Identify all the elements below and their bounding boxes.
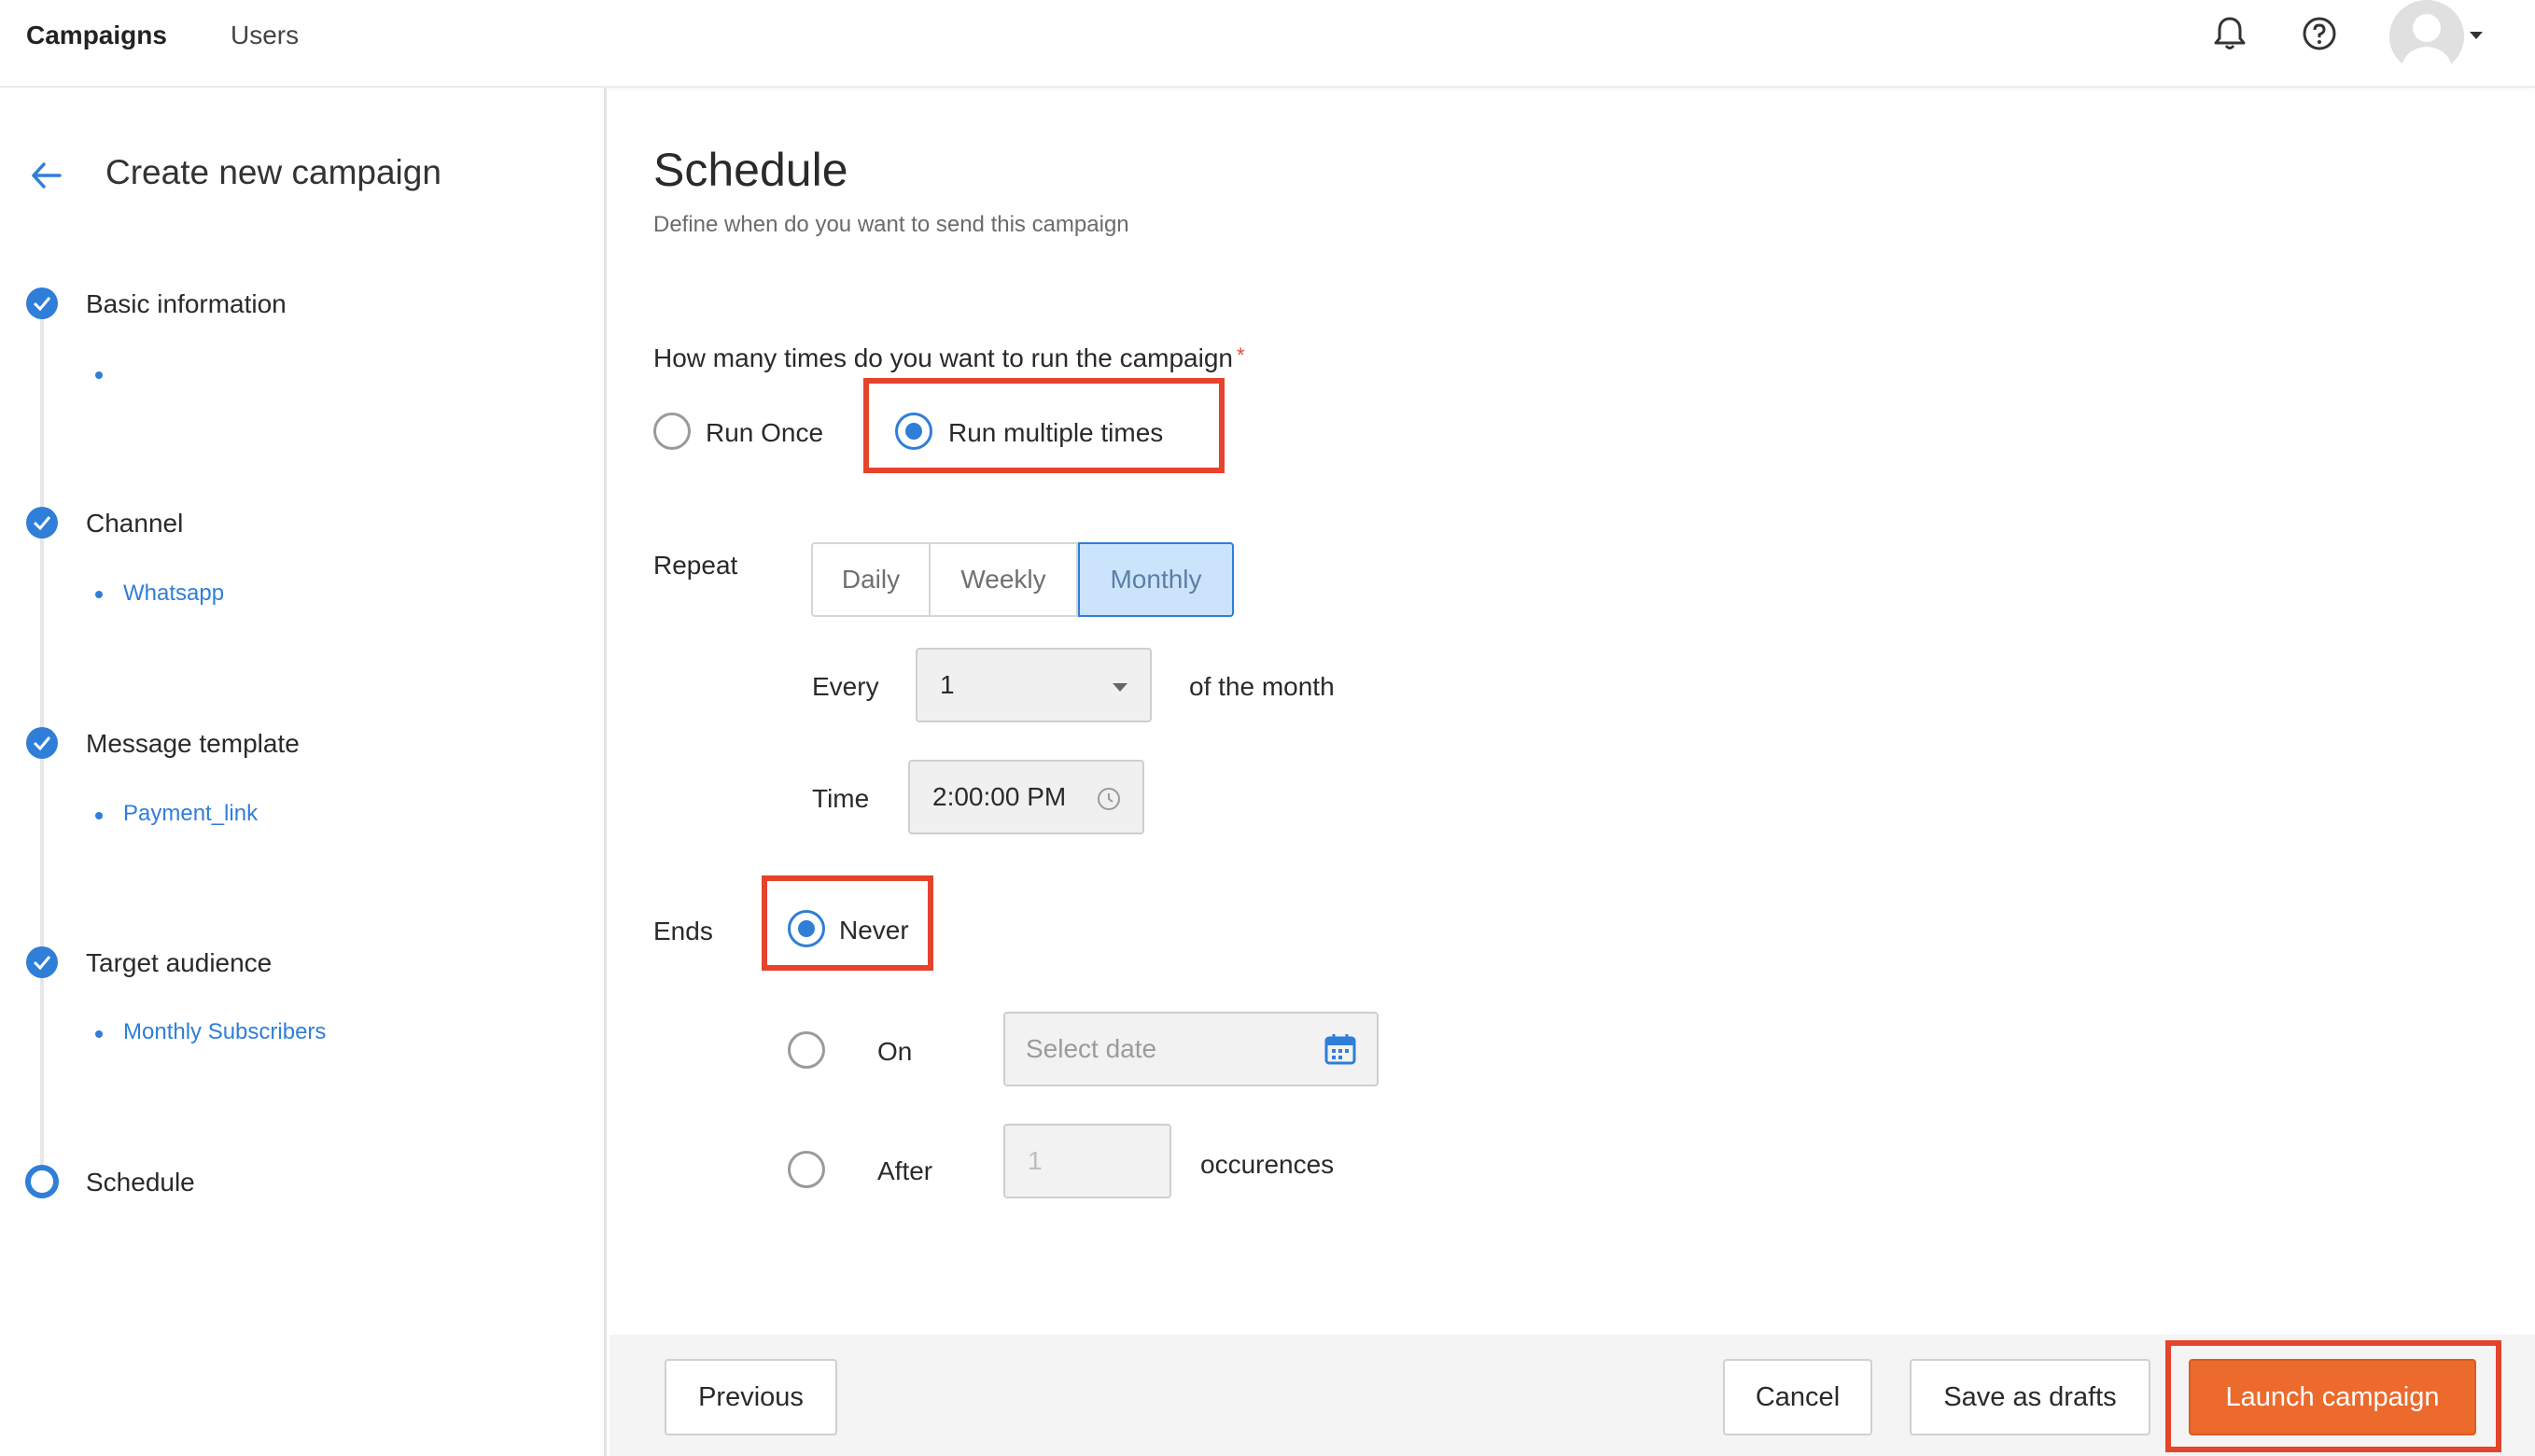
ends-label: Ends [653,917,713,945]
run-once-label[interactable]: Run Once [706,418,823,448]
step-basic-information[interactable]: Basic information [86,289,287,319]
cancel-button[interactable]: Cancel [1723,1359,1872,1435]
run-question: How many times do you want to run the ca… [653,343,1245,373]
nav-users[interactable]: Users [231,21,299,50]
ends-after-radio[interactable] [788,1151,825,1188]
step-bullet [95,812,103,819]
chevron-down-icon[interactable] [2470,32,2483,39]
page-title: Schedule [653,144,848,196]
chevron-down-icon [1113,683,1127,692]
step-bullet [95,1030,103,1038]
nav-campaigns[interactable]: Campaigns [26,21,167,50]
step-message-template[interactable]: Message template [86,729,300,759]
occurrences-suffix: occurences [1200,1150,1335,1179]
run-once-radio[interactable] [653,413,691,450]
time-label: Time [812,784,870,813]
top-bar: Campaigns Users [0,0,2535,88]
time-input[interactable]: 2:00:00 PM [908,760,1144,834]
save-drafts-button[interactable]: Save as drafts [1910,1359,2150,1435]
repeat-daily-option[interactable]: Daily [811,542,931,617]
ends-never-radio[interactable] [788,910,825,947]
step-bullet [95,371,103,379]
help-icon[interactable] [2299,13,2340,54]
ends-never-label[interactable]: Never [839,916,909,945]
required-mark: * [1236,343,1245,367]
clock-icon [1096,786,1122,819]
sidebar-title: Create new campaign [105,153,441,191]
run-multiple-label[interactable]: Run multiple times [948,418,1163,448]
check-icon [26,946,58,978]
every-suffix: of the month [1189,672,1335,701]
bell-icon[interactable] [2209,13,2250,54]
previous-button[interactable]: Previous [665,1359,837,1435]
step-audience-value: Monthly Subscribers [123,1019,327,1044]
step-bullet [95,591,103,598]
ends-on-radio[interactable] [788,1031,825,1069]
step-schedule[interactable]: Schedule [86,1168,195,1197]
step-channel-value: Whatsapp [123,581,225,606]
step-template-value: Payment_link [123,801,259,826]
current-step-indicator [25,1165,59,1198]
step-target-audience[interactable]: Target audience [86,948,272,978]
page-subtitle: Define when do you want to send this cam… [653,212,1129,237]
run-question-text: How many times do you want to run the ca… [653,343,1233,372]
ends-after-label[interactable]: After [877,1156,932,1186]
avatar[interactable] [2389,0,2464,73]
check-icon [26,507,58,539]
occurrences-placeholder: 1 [1028,1146,1043,1175]
end-date-placeholder: Select date [1026,1034,1157,1063]
repeat-monthly-option[interactable]: Monthly [1078,542,1234,617]
step-channel[interactable]: Channel [86,509,183,539]
run-multiple-radio[interactable] [895,413,932,450]
every-select-value: 1 [940,670,955,699]
calendar-icon[interactable] [1324,1032,1356,1072]
every-label: Every [812,672,879,701]
time-value: 2:00:00 PM [932,782,1067,811]
ends-on-label[interactable]: On [877,1037,912,1067]
repeat-weekly-option[interactable]: Weekly [931,542,1078,617]
occurrences-input[interactable]: 1 [1003,1124,1171,1198]
repeat-segmented-control: Daily Weekly Monthly [811,542,1234,617]
end-date-input[interactable]: Select date [1003,1012,1379,1086]
check-icon [26,287,58,319]
check-icon [26,727,58,759]
back-arrow-icon[interactable] [28,157,65,194]
launch-campaign-button[interactable]: Launch campaign [2189,1359,2476,1435]
every-select[interactable]: 1 [916,648,1152,722]
repeat-label: Repeat [653,551,738,580]
